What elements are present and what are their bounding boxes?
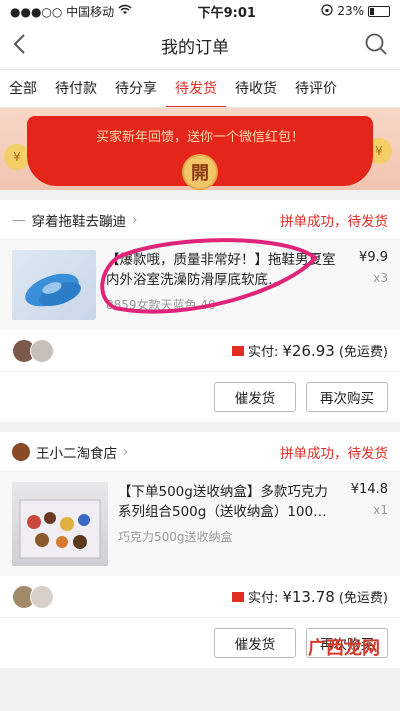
tab-2[interactable]: 待分享: [106, 70, 166, 107]
wifi-icon: [118, 4, 132, 18]
order-actions: 催发货 再次购买: [0, 372, 400, 422]
orientation-lock-icon: [321, 3, 333, 19]
product-title: 【下单500g送收纳盒】多款巧克力系列组合500g（送收纳盒）100…: [118, 484, 328, 520]
paid-amount: ¥13.78: [282, 587, 335, 606]
pay-badge-icon: [231, 345, 244, 356]
urge-shipping-button[interactable]: 催发货: [214, 628, 296, 658]
open-button[interactable]: 開: [182, 154, 218, 190]
payment-row: 实付: ¥26.93 (免运费): [0, 330, 400, 372]
product-image-chocolates: [12, 482, 108, 566]
battery-percent: 23%: [337, 4, 364, 18]
product-spec: 巧克力500g送收纳盒: [118, 530, 233, 544]
tab-0[interactable]: 全部: [0, 70, 46, 107]
product-qty: x1: [373, 503, 388, 517]
shop-dash-icon: —: [12, 211, 26, 228]
group-avatars: [12, 338, 54, 363]
product-spec: 8859女款天蓝色 40: [106, 298, 216, 312]
shop-header[interactable]: — 穿着拖鞋去蹦迪 › 拼单成功，待发货: [0, 200, 400, 240]
banner-text: 买家新年回馈，送你一个微信红包！: [95, 130, 304, 145]
shop-name: 穿着拖鞋去蹦迪: [31, 213, 127, 230]
shipping-note: (免运费): [338, 591, 388, 606]
shop-header[interactable]: 王小二淘食店 › 拼单成功，待发货: [0, 432, 400, 472]
red-packet-banner[interactable]: ¥ ¥ 买家新年回馈，送你一个微信红包！ 開: [0, 108, 400, 190]
order-status: 拼单成功，待发货: [280, 445, 388, 462]
buy-again-button[interactable]: 再次购买: [306, 382, 388, 412]
shop-name: 王小二淘食店: [36, 445, 117, 462]
paid-amount: ¥26.93: [282, 341, 335, 360]
shipping-note: (免运费): [338, 345, 388, 360]
page-title: 我的订单: [161, 38, 229, 58]
product-price: ¥14.8: [350, 482, 388, 497]
avatar: [30, 584, 54, 609]
product-image-slippers: [12, 250, 96, 320]
chevron-right-icon: ›: [123, 443, 129, 460]
watermark-logo: 广西龙网: [308, 638, 380, 659]
order-card: 王小二淘食店 › 拼单成功，待发货 【下单500g送收纳盒】多款巧克力系列组合5…: [0, 432, 400, 668]
payment-row: 实付: ¥13.78 (免运费): [0, 576, 400, 618]
battery-icon: [368, 5, 390, 17]
tab-1[interactable]: 待付款: [46, 70, 106, 107]
tab-4[interactable]: 待收货: [226, 70, 286, 107]
tab-5[interactable]: 待评价: [286, 70, 346, 107]
order-item[interactable]: 【下单500g送收纳盒】多款巧克力系列组合500g（送收纳盒）100… 巧克力5…: [0, 472, 400, 576]
avatar: [30, 338, 54, 363]
order-card: — 穿着拖鞋去蹦迪 › 拼单成功，待发货 【爆款哦，质量非常好！】拖鞋男夏室内外…: [0, 200, 400, 422]
nav-bar: 我的订单: [0, 22, 400, 70]
status-bar: ●●●○○ 中国移动 下午9:01 23%: [0, 0, 400, 22]
product-qty: x3: [373, 271, 388, 285]
product-price: ¥9.9: [359, 250, 388, 265]
paid-label: 实付:: [247, 345, 279, 360]
red-envelope: 买家新年回馈，送你一个微信红包！ 開: [27, 116, 373, 190]
paid-label: 实付:: [247, 591, 279, 606]
order-status: 拼单成功，待发货: [280, 213, 388, 230]
group-avatars: [12, 584, 54, 609]
tab-3[interactable]: 待发货: [166, 70, 226, 107]
clock: 下午9:01: [197, 5, 256, 21]
order-tabs: 全部 待付款 待分享 待发货 待收货 待评价: [0, 70, 400, 108]
product-title: 【爆款哦，质量非常好！】拖鞋男夏室内外浴室洗澡防滑厚底软底…: [106, 252, 336, 288]
search-icon[interactable]: [364, 32, 388, 60]
pay-badge-icon: [231, 591, 244, 602]
back-icon[interactable]: [12, 33, 26, 59]
carrier-label: ●●●○○ 中国移动: [10, 4, 115, 19]
chevron-right-icon: ›: [132, 211, 138, 228]
order-item[interactable]: 【爆款哦，质量非常好！】拖鞋男夏室内外浴室洗澡防滑厚底软底… 8859女款天蓝色…: [0, 240, 400, 330]
shop-avatar-icon: [12, 442, 30, 461]
urge-shipping-button[interactable]: 催发货: [214, 382, 296, 412]
